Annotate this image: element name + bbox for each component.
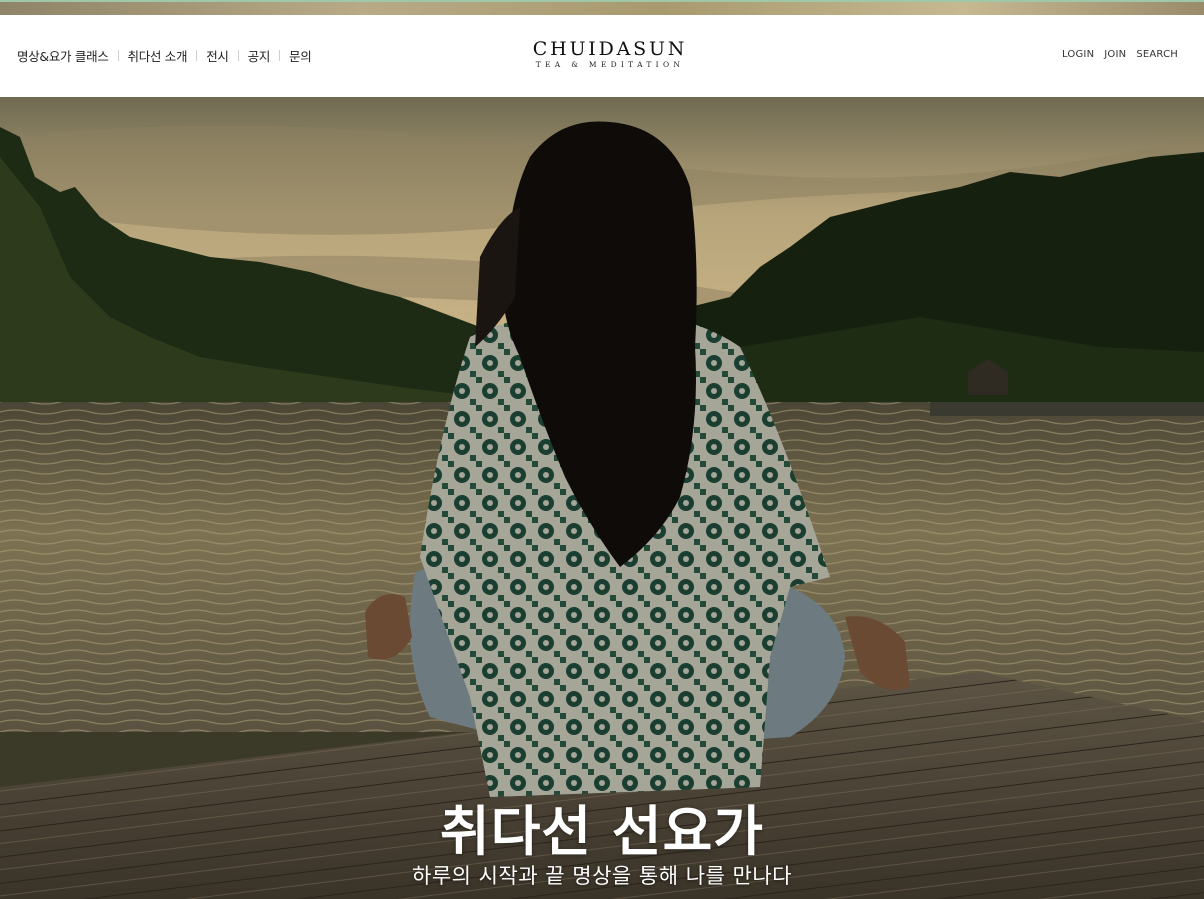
nav-divider: [117, 50, 119, 61]
login-link[interactable]: LOGIN: [1062, 49, 1094, 60]
main-nav: 명상&요가 클래스 취다선 소개 전시 공지 문의: [17, 46, 312, 65]
top-image-strip: [0, 0, 1204, 15]
nav-item-about[interactable]: 취다선 소개: [128, 46, 188, 65]
nav-divider: [237, 50, 239, 61]
search-link[interactable]: SEARCH: [1136, 49, 1178, 60]
utility-menu: LOGIN JOIN SEARCH: [1062, 49, 1178, 60]
hero-subtitle: 하루의 시작과 끝 명상을 통해 나를 만나다: [412, 864, 792, 888]
nav-divider: [196, 50, 198, 61]
nav-divider: [279, 50, 281, 61]
join-link[interactable]: JOIN: [1104, 49, 1126, 60]
logo-wordmark: CHUIDASUN: [532, 38, 688, 60]
nav-item-exhibition[interactable]: 전시: [206, 46, 229, 65]
hero-title: 취다선 선요가: [440, 800, 764, 863]
nav-item-classes[interactable]: 명상&요가 클래스: [17, 46, 109, 65]
site-header: 명상&요가 클래스 취다선 소개 전시 공지 문의 CHUIDASUN TEA …: [0, 15, 1204, 97]
hero-banner: 취다선 선요가 하루의 시작과 끝 명상을 통해 나를 만나다: [0, 97, 1204, 899]
site-logo[interactable]: CHUIDASUN TEA & MEDITATION: [519, 39, 701, 69]
logo-tagline: TEA & MEDITATION: [535, 60, 685, 69]
nav-item-contact[interactable]: 문의: [289, 46, 312, 65]
nav-item-notice[interactable]: 공지: [248, 46, 271, 65]
hero-background-image: [0, 97, 1204, 899]
